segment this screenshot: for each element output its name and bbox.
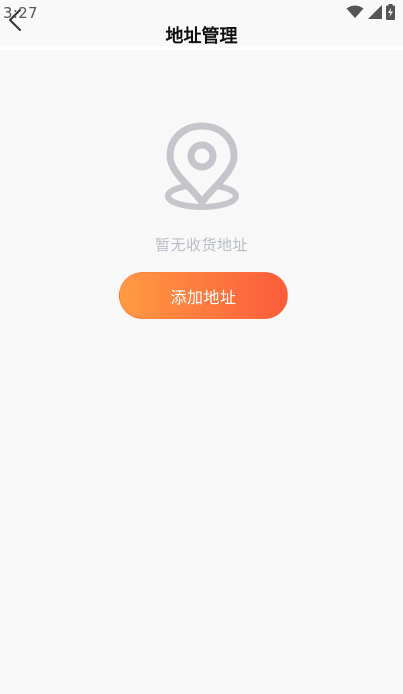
status-icons [346, 4, 395, 20]
cellular-signal-icon [368, 5, 382, 19]
page-title: 地址管理 [165, 26, 238, 47]
header-divider [0, 46, 403, 50]
empty-message: 暂无收货地址 [154, 236, 248, 254]
location-pin-icon [164, 122, 239, 210]
top-bar: 3:27 地址管理 [0, 0, 403, 47]
add-address-button[interactable]: 添加地址 [119, 272, 288, 319]
empty-state: 暂无收货地址 [0, 120, 403, 255]
wifi-icon [346, 5, 364, 18]
battery-charging-icon [386, 4, 395, 20]
